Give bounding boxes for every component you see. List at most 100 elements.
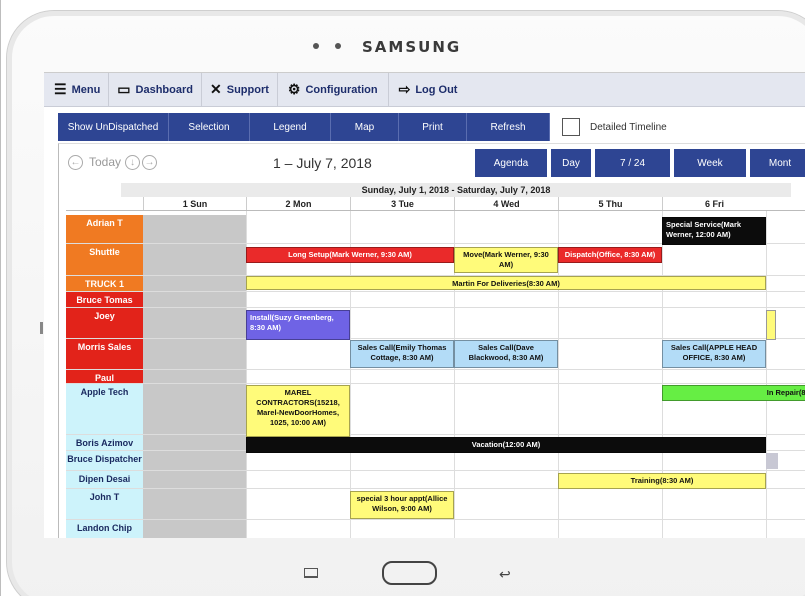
resource-row: Bruce Dispatcher — [66, 451, 805, 471]
day-header: 1 Sun — [143, 197, 246, 210]
app-screen: ☰ Menu ▭ Dashboard ✕ Support ⚙ Configura… — [44, 72, 805, 538]
resource-row: Joey — [66, 308, 805, 339]
resource-row: Landon Chip — [66, 520, 805, 538]
sunday-cell — [143, 244, 246, 275]
sunday-cell — [143, 471, 246, 488]
sunday-cell — [143, 339, 246, 369]
hamburger-icon: ☰ — [54, 81, 67, 97]
calendar-event[interactable]: Sales Call(Dave Blackwood, 8:30 AM) — [454, 340, 558, 368]
configuration-button[interactable]: ⚙ Configuration — [278, 73, 389, 107]
resource-row: Bruce Tomas — [66, 292, 805, 308]
resource-label[interactable]: Morris Sales — [66, 339, 143, 369]
device-brand: SAMSUNG — [362, 38, 462, 56]
sunday-cell — [143, 520, 246, 538]
resource-label[interactable]: Apple Tech — [66, 384, 143, 434]
logout-icon: ⇨ — [398, 81, 411, 97]
next-arrow-icon[interactable]: → — [142, 154, 158, 170]
back-icon[interactable]: ↩ — [499, 566, 511, 583]
dashboard-button[interactable]: ▭ Dashboard — [109, 73, 202, 107]
date-range-title: 1 – July 7, 2018 — [273, 155, 372, 171]
day-header: 3 Tue — [350, 197, 454, 210]
gears-icon: ⚙ — [287, 81, 301, 97]
action-toolbar: Show UnDispatched Selection Legend Map P… — [58, 113, 667, 141]
sunday-cell — [143, 276, 246, 291]
resource-label[interactable]: TRUCK 1 — [66, 276, 143, 291]
menu-button[interactable]: ☰ Menu — [44, 73, 110, 107]
chart-icon: ▭ — [117, 81, 131, 97]
calendar-event[interactable]: special 3 hour appt(Allice Wilson, 9:00 … — [350, 491, 454, 519]
sunday-cell — [143, 292, 246, 307]
recent-apps-icon[interactable] — [304, 568, 318, 578]
tools-icon: ✕ — [210, 81, 222, 97]
support-button[interactable]: ✕ Support — [202, 73, 278, 107]
calendar-nav: ← Today ↓ → — [58, 149, 158, 175]
day-header: 2 Mon — [246, 197, 350, 210]
calendar-event[interactable]: Special Service(Mark Werner, 12:00 AM) — [662, 217, 766, 245]
logout-button[interactable]: ⇨ Log Out — [389, 73, 466, 107]
calendar-event[interactable]: Training(8:30 AM) — [558, 473, 766, 489]
sunday-cell — [143, 451, 246, 470]
menu-bar: ☰ Menu ▭ Dashboard ✕ Support ⚙ Configura… — [44, 73, 805, 107]
calendar-event[interactable]: Sales Call(Emily Thomas Cottage, 8:30 AM… — [350, 340, 454, 368]
resource-label[interactable]: John T — [66, 489, 143, 519]
selection-button[interactable]: Selection — [169, 113, 250, 141]
configuration-label: Configuration — [305, 83, 378, 96]
calendar-event-edge[interactable] — [766, 310, 776, 340]
day-header: 5 Thu — [558, 197, 662, 210]
camera-icon — [313, 43, 319, 49]
sunday-cell — [143, 435, 246, 450]
map-button[interactable]: Map — [331, 113, 399, 141]
sensor-icon — [335, 43, 341, 49]
today-button[interactable]: Today — [89, 155, 121, 169]
view-month-button[interactable]: Mont — [750, 149, 805, 177]
resource-label[interactable]: Landon Chip — [66, 520, 143, 538]
calendar-event[interactable]: Martin For Deliveries(8:30 AM) — [246, 276, 766, 290]
side-button[interactable] — [40, 322, 43, 334]
sunday-cell — [143, 384, 246, 434]
day-header: 4 Wed — [454, 197, 558, 210]
sunday-cell — [143, 489, 246, 519]
refresh-button[interactable]: Refresh — [467, 113, 550, 141]
week-header: Sunday, July 1, 2018 - Saturday, July 7,… — [121, 183, 791, 197]
calendar-event[interactable]: Install(Suzy Greenberg, 8:30 AM) — [246, 310, 350, 340]
calendar-event[interactable]: Dispatch(Office, 8:30 AM) — [558, 247, 662, 263]
dashboard-label: Dashboard — [135, 83, 193, 96]
logout-label: Log Out — [415, 83, 458, 96]
home-button[interactable] — [382, 561, 437, 585]
view-7-24-button[interactable]: 7 / 24 — [595, 149, 670, 177]
date-picker-icon[interactable]: ↓ — [125, 154, 141, 170]
support-label: Support — [226, 83, 269, 96]
detailed-timeline-toggle[interactable]: Detailed Timeline — [562, 113, 667, 141]
prev-arrow-icon[interactable]: ← — [68, 154, 83, 170]
day-divider — [766, 211, 767, 538]
resource-label[interactable]: Paul — [66, 370, 143, 383]
detailed-timeline-checkbox[interactable] — [562, 118, 580, 136]
view-week-button[interactable]: Week — [674, 149, 746, 177]
calendar-event[interactable]: Move(Mark Werner, 9:30 AM) — [454, 247, 558, 273]
day-header: 6 Fri — [662, 197, 766, 210]
legend-button[interactable]: Legend — [250, 113, 331, 141]
resource-header-cell — [66, 197, 143, 210]
resource-label[interactable]: Bruce Dispatcher — [66, 451, 143, 470]
resource-label[interactable]: Bruce Tomas — [66, 292, 143, 307]
sunday-cell — [143, 308, 246, 338]
print-button[interactable]: Print — [399, 113, 467, 141]
show-undispatched-button[interactable]: Show UnDispatched — [58, 113, 169, 141]
scroll-marker — [766, 453, 778, 469]
day-header-row: 1 Sun 2 Mon 3 Tue 4 Wed 5 Thu 6 Fri — [66, 197, 805, 211]
resource-label[interactable]: Boris Azimov — [66, 435, 143, 450]
sunday-cell — [143, 370, 246, 383]
resource-label[interactable]: Shuttle — [66, 244, 143, 275]
calendar-event[interactable]: MAREL CONTRACTORS(15218, Marel-NewDoorHo… — [246, 385, 350, 437]
detailed-timeline-label: Detailed Timeline — [590, 121, 667, 133]
calendar-event[interactable]: In Repair(8: — [662, 385, 805, 401]
menu-label: Menu — [71, 83, 101, 96]
resource-label[interactable]: Adrian T — [66, 215, 143, 243]
calendar-event[interactable]: Vacation(12:00 AM) — [246, 437, 766, 453]
calendar-event[interactable]: Sales Call(APPLE HEAD OFFICE, 8:30 AM) — [662, 340, 766, 368]
calendar-event[interactable]: Long Setup(Mark Werner, 9:30 AM) — [246, 247, 454, 263]
view-day-button[interactable]: Day — [551, 149, 591, 177]
view-agenda-button[interactable]: Agenda — [475, 149, 547, 177]
resource-label[interactable]: Dipen Desai — [66, 471, 143, 488]
resource-label[interactable]: Joey — [66, 308, 143, 338]
